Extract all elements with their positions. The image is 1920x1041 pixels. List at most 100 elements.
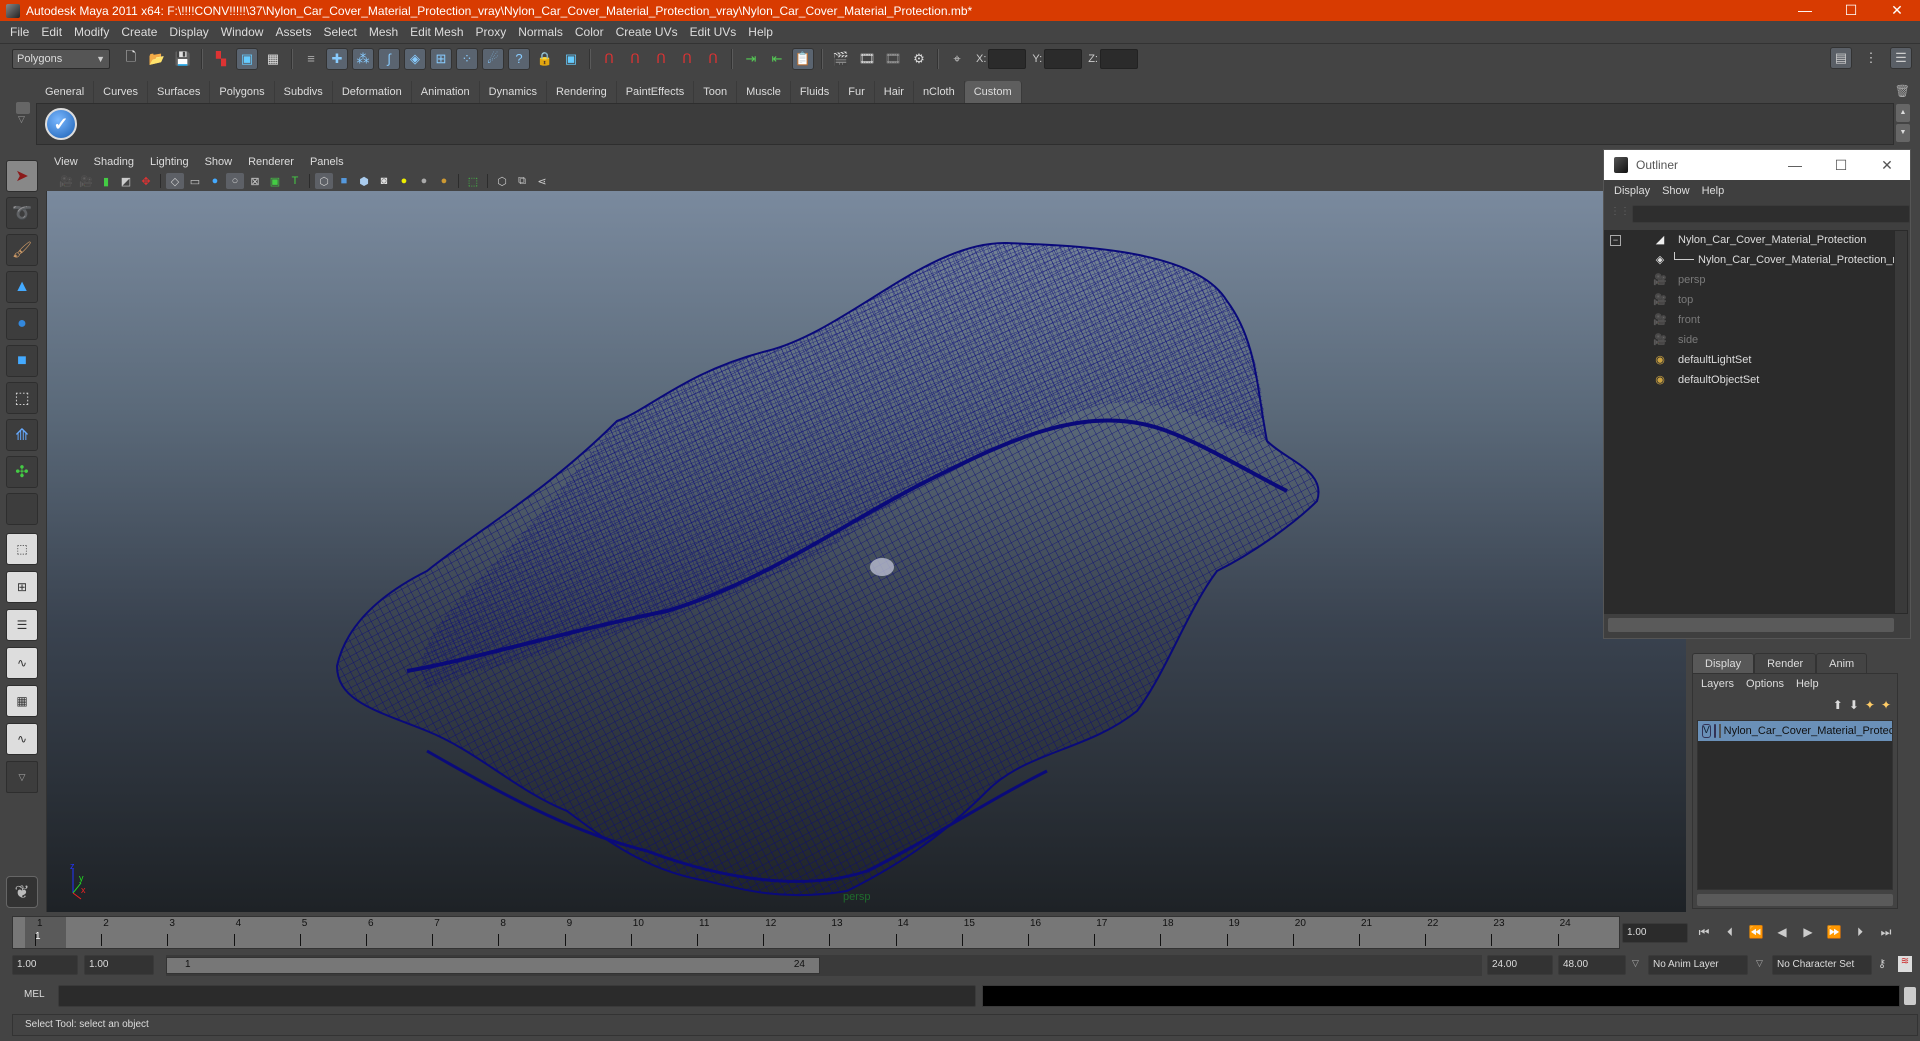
menu-mesh[interactable]: Mesh: [363, 25, 404, 39]
rotate-tool-button[interactable]: ●: [6, 308, 38, 340]
outliner-minimize-button[interactable]: —: [1772, 150, 1818, 180]
persp-graph-layout-button[interactable]: ∿: [6, 647, 38, 679]
four-view-layout-button[interactable]: ⊞: [6, 571, 38, 603]
go-to-start-icon[interactable]: ⏮: [1694, 922, 1714, 942]
film-gate-icon[interactable]: ▭: [186, 173, 204, 189]
menu-set-dropdown[interactable]: Polygons ▼: [12, 48, 110, 69]
xray-icon[interactable]: ⬡: [493, 173, 511, 189]
menu-assets[interactable]: Assets: [269, 25, 317, 39]
select-hierarchy-icon[interactable]: ▚: [210, 48, 232, 70]
select-joints-icon[interactable]: ⁂: [352, 47, 374, 70]
select-camera-icon[interactable]: 🎥: [57, 173, 75, 189]
outliner-horizontal-scrollbar[interactable]: [1608, 618, 1894, 632]
car-cover-wireframe-mesh[interactable]: [47, 191, 1686, 912]
shelf-tab-rendering[interactable]: Rendering: [546, 81, 617, 103]
panel-menu-renderer[interactable]: Renderer: [240, 156, 302, 168]
snap-point-icon[interactable]: Ո: [650, 48, 672, 70]
shelf-tab-custom[interactable]: Custom: [964, 81, 1022, 103]
character-set-dropdown[interactable]: No Character Set: [1772, 955, 1872, 975]
outliner-item[interactable]: ◉ defaultLightSet: [1604, 350, 1894, 370]
show-manipulator-button[interactable]: ✣: [6, 456, 38, 488]
start-time-field[interactable]: 1.00: [12, 955, 78, 975]
collapse-icon[interactable]: −: [1610, 234, 1621, 246]
select-misc-icon[interactable]: ?: [508, 47, 530, 70]
panel-menu-panels[interactable]: Panels: [302, 156, 352, 168]
select-handles-icon[interactable]: ✚: [326, 47, 348, 70]
playback-start-field[interactable]: 1.00: [84, 955, 154, 975]
menu-help[interactable]: Help: [742, 25, 779, 39]
select-rendering-icon[interactable]: ☄: [482, 47, 504, 70]
step-back-key-icon[interactable]: ⏪: [1746, 922, 1766, 942]
shelf-tab-general[interactable]: General: [36, 81, 95, 103]
command-language-label[interactable]: MEL: [24, 989, 45, 1000]
checkmark-shelf-button[interactable]: ✓: [45, 108, 77, 140]
select-dynamics-icon[interactable]: ⁘: [456, 47, 478, 70]
shelf-menu-handle[interactable]: ▽: [12, 80, 34, 144]
attribute-editor-icon[interactable]: ▤: [1830, 47, 1852, 69]
outliner-item[interactable]: − ◢ Nylon_Car_Cover_Material_Protection: [1604, 230, 1894, 250]
isolate-select-icon[interactable]: ⬚: [464, 173, 482, 189]
outliner-item[interactable]: ◈ Nylon_Car_Cover_Material_Protection_me…: [1604, 250, 1894, 270]
highlight-selection-icon[interactable]: ▣: [560, 48, 582, 70]
shelf-scroll[interactable]: ▲ ▼: [1896, 104, 1910, 142]
shelf-tab-fur[interactable]: Fur: [839, 81, 875, 103]
select-object-icon[interactable]: ▣: [236, 47, 258, 70]
resolution-gate-icon[interactable]: ●: [206, 173, 224, 189]
image-plane-icon[interactable]: ◩: [117, 173, 135, 189]
panel-menu-view[interactable]: View: [46, 156, 86, 168]
shelf-tab-subdivs[interactable]: Subdivs: [274, 81, 333, 103]
lasso-tool-button[interactable]: ➰: [6, 197, 38, 229]
share-icon[interactable]: ⋖: [533, 173, 551, 189]
close-button[interactable]: ✕: [1874, 0, 1920, 21]
menu-create[interactable]: Create: [115, 25, 163, 39]
menu-window[interactable]: Window: [215, 25, 270, 39]
outliner-vertical-scrollbar[interactable]: [1894, 230, 1908, 614]
y-field[interactable]: [1044, 48, 1083, 69]
time-slider[interactable]: 1 1 2 3 4 5 6 7 8 9 10 11 12 13 14 15 16 17 18 19 20 21 22 23 2…: [12, 916, 1620, 949]
safe-action-icon[interactable]: ▣: [266, 173, 284, 189]
menu-color[interactable]: Color: [569, 25, 610, 39]
layer-tab-display[interactable]: Display: [1692, 653, 1755, 673]
outliner-item[interactable]: ◉ defaultObjectSet: [1604, 370, 1894, 390]
construction-history-icon[interactable]: 📋: [792, 47, 814, 70]
outliner-persp-layout-button[interactable]: ☰: [6, 609, 38, 641]
select-component-icon[interactable]: ▦: [262, 48, 284, 70]
layer-display-type-toggle[interactable]: [1713, 724, 1716, 738]
shelf-tab-curves[interactable]: Curves: [94, 81, 148, 103]
menu-create-uvs[interactable]: Create UVs: [610, 25, 684, 39]
single-perspective-layout-button[interactable]: ⬚: [6, 533, 38, 565]
menu-normals[interactable]: Normals: [512, 25, 569, 39]
menu-proxy[interactable]: Proxy: [470, 25, 513, 39]
use-all-lights-icon[interactable]: ●: [395, 173, 413, 189]
selection-mask-icon[interactable]: ≡: [300, 48, 322, 70]
hardware-texturing-icon[interactable]: ●: [435, 173, 453, 189]
layer-menu-layers[interactable]: Layers: [1695, 678, 1740, 690]
step-back-frame-icon[interactable]: ⏴: [1720, 922, 1740, 942]
layer-horizontal-scrollbar[interactable]: [1697, 894, 1893, 906]
x-field[interactable]: [988, 48, 1027, 69]
two-d-pan-zoom-icon[interactable]: ✥: [137, 173, 155, 189]
shelf-tab-polygons[interactable]: Polygons: [210, 81, 275, 103]
wireframe-icon[interactable]: ⬡: [315, 173, 333, 189]
menu-file[interactable]: File: [4, 25, 35, 39]
shelf-tab-muscle[interactable]: Muscle: [737, 81, 791, 103]
step-forward-frame-icon[interactable]: ⏵: [1850, 922, 1870, 942]
shelf-tab-painteffects[interactable]: PaintEffects: [616, 81, 695, 103]
bookmarks-icon[interactable]: ▮: [97, 173, 115, 189]
shelf-tab-fluids[interactable]: Fluids: [790, 81, 840, 103]
move-tool-button[interactable]: ▲: [6, 271, 38, 303]
move-layer-up-icon[interactable]: ⬆: [1833, 698, 1843, 712]
layer-tab-anim[interactable]: Anim: [1816, 653, 1868, 673]
shelf-tab-hair[interactable]: Hair: [874, 81, 914, 103]
menu-edit[interactable]: Edit: [35, 25, 68, 39]
ipr-render-icon[interactable]: 🎞: [882, 48, 904, 70]
layer-menu-options[interactable]: Options: [1740, 678, 1790, 690]
select-deformations-icon[interactable]: ⊞: [430, 47, 452, 70]
outliner-menu-display[interactable]: Display: [1610, 185, 1658, 197]
menu-edit-mesh[interactable]: Edit Mesh: [404, 25, 469, 39]
snap-curve-icon[interactable]: Ո: [624, 48, 646, 70]
playback-end-field[interactable]: 24.00: [1487, 955, 1553, 975]
character-set-chevron-icon[interactable]: ▽: [1756, 958, 1763, 969]
render-settings-icon[interactable]: ⚙: [908, 48, 930, 70]
outliner-item[interactable]: 🎥 front: [1604, 310, 1894, 330]
